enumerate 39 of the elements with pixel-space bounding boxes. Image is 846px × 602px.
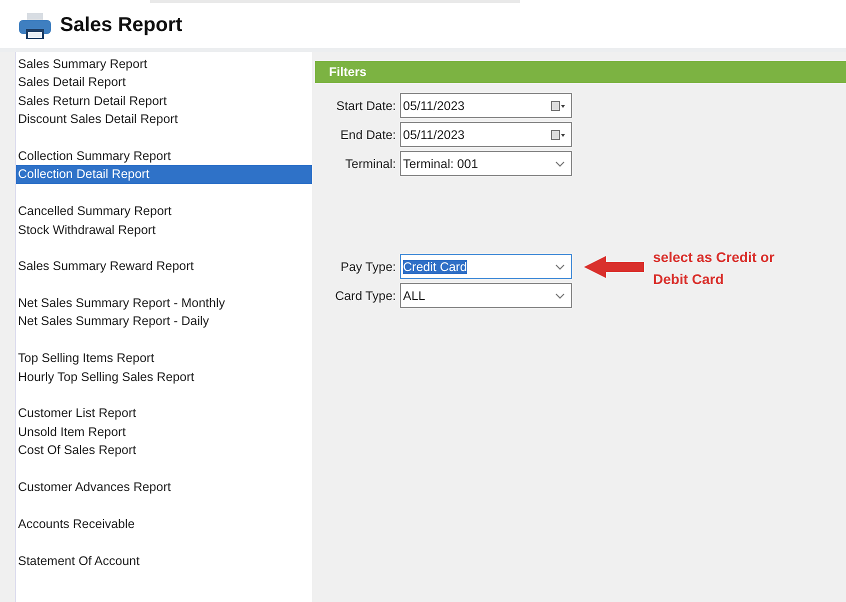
dropdown-field[interactable]: Terminal: 001 (400, 151, 572, 176)
report-list-item[interactable]: Sales Return Detail Report (16, 92, 312, 110)
report-list-item[interactable]: Stock Withdrawal Report (16, 220, 312, 239)
report-list-item[interactable]: Sales Summary Reward Report (16, 257, 312, 276)
date-field[interactable]: 05/11/2023 (400, 93, 572, 118)
printer-icon (18, 12, 52, 40)
filters-header: Filters (315, 61, 846, 83)
report-list-item[interactable]: Accounts Receivable (16, 514, 312, 534)
report-list-item[interactable]: Net Sales Summary Report - Monthly (16, 294, 312, 312)
arrow-icon (584, 256, 644, 278)
report-list-item[interactable]: Sales Summary Report (16, 55, 312, 74)
report-list-item[interactable]: Statement Of Account (16, 552, 312, 570)
report-list-item[interactable]: Hourly Top Selling Sales Report (16, 368, 312, 386)
chevron-down-icon (555, 160, 565, 166)
field-label: Start Date: (335, 98, 397, 112)
report-list-item[interactable]: Collection Detail Report (16, 165, 312, 184)
annotation-text: select as Credit or Debit Card (653, 248, 776, 289)
report-list-item[interactable]: Top Selling Items Report (16, 349, 312, 368)
field-label: Card Type: (334, 288, 397, 302)
date-field[interactable]: 05/11/2023 (400, 122, 572, 147)
report-list-item[interactable]: Customer List Report (16, 404, 312, 423)
calendar-icon (551, 130, 565, 140)
report-list-item[interactable]: Cost Of Sales Report (16, 441, 312, 460)
report-list-item[interactable]: Cancelled Summary Report (16, 202, 312, 221)
calendar-icon (551, 100, 565, 110)
dropdown-field[interactable]: Credit Card (400, 254, 572, 279)
report-list-item[interactable]: Collection Summary Report (16, 146, 312, 166)
chevron-down-icon (555, 292, 565, 298)
report-list-item[interactable]: Net Sales Summary Report - Daily (16, 312, 312, 331)
window-title: Sales Report (60, 14, 182, 37)
report-list-item[interactable]: Customer Advances Report (16, 478, 312, 496)
report-list-item[interactable]: Discount Sales Detail Report (16, 110, 312, 129)
report-list-item[interactable]: Unsold Item Report (16, 422, 312, 442)
field-label: Terminal: (344, 156, 397, 170)
field-label: Pay Type: (340, 260, 397, 274)
dropdown-field[interactable]: ALL (400, 283, 572, 308)
field-label: End Date: (339, 128, 397, 142)
chevron-down-icon (555, 264, 565, 270)
report-list-item[interactable]: Sales Detail Report (16, 73, 312, 92)
